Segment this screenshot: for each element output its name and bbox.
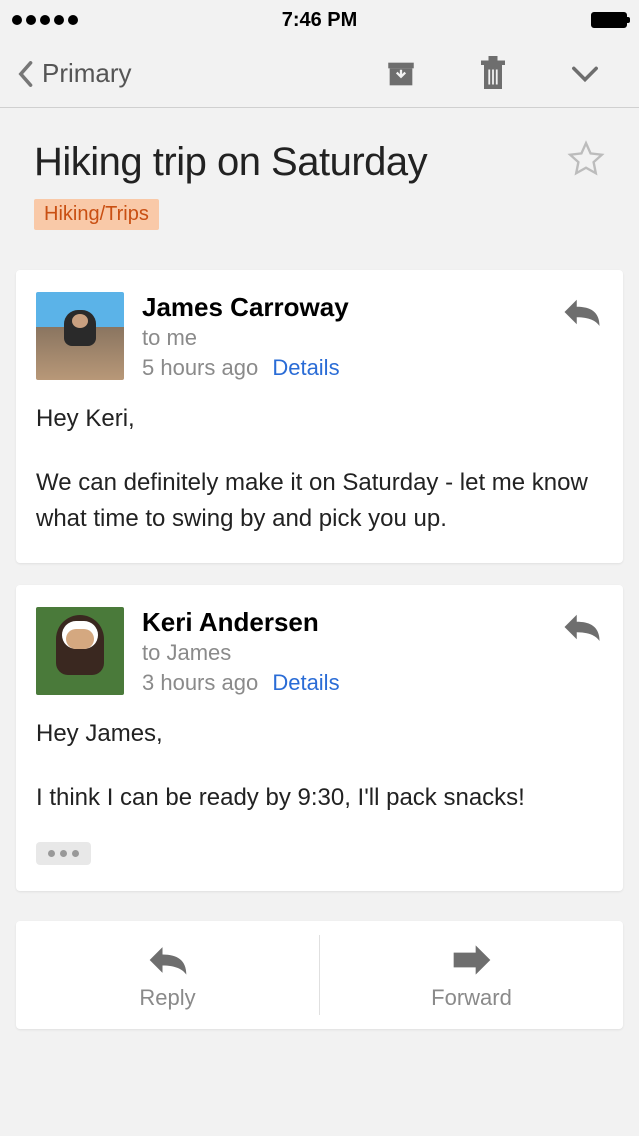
avatar[interactable] (36, 292, 124, 380)
delete-button[interactable] (475, 56, 511, 92)
star-outline-icon (567, 140, 605, 178)
reply-arrow-icon (146, 943, 190, 977)
message-body: Hey James, I think I can be ready by 9:3… (36, 716, 603, 816)
chevron-left-icon (16, 60, 34, 88)
reply-label: Reply (139, 985, 195, 1011)
forward-button[interactable]: Forward (320, 921, 623, 1029)
recipient-line: to James (142, 640, 603, 666)
message-card: James Carroway to me 5 hours ago Details… (16, 270, 623, 563)
archive-icon (384, 57, 418, 91)
chevron-down-icon (571, 65, 599, 83)
subject-block: Hiking trip on Saturday Hiking/Trips (0, 108, 639, 248)
reply-arrow-icon (561, 296, 603, 328)
sender-name: James Carroway (142, 292, 603, 323)
more-button[interactable] (567, 56, 603, 92)
action-bar: Reply Forward (16, 921, 623, 1029)
signal-dots-icon (12, 15, 78, 25)
message-time: 5 hours ago (142, 355, 258, 380)
reply-icon-button[interactable] (561, 611, 603, 648)
back-button[interactable]: Primary (16, 58, 132, 89)
details-link[interactable]: Details (272, 355, 339, 380)
recipient-line: to me (142, 325, 603, 351)
message-time: 3 hours ago (142, 670, 258, 695)
show-quoted-button[interactable] (36, 842, 91, 865)
nav-bar: Primary (0, 40, 639, 108)
status-time: 7:46 PM (282, 9, 358, 32)
back-label: Primary (42, 58, 132, 89)
archive-button[interactable] (383, 56, 419, 92)
trash-icon (478, 56, 508, 92)
reply-arrow-icon (561, 611, 603, 643)
sender-name: Keri Andersen (142, 607, 603, 638)
forward-label: Forward (431, 985, 512, 1011)
reply-icon-button[interactable] (561, 296, 603, 333)
subject-title: Hiking trip on Saturday (34, 140, 427, 185)
forward-arrow-icon (450, 943, 494, 977)
avatar[interactable] (36, 607, 124, 695)
details-link[interactable]: Details (272, 670, 339, 695)
battery-icon (591, 12, 627, 28)
status-bar: 7:46 PM (0, 0, 639, 40)
label-chip[interactable]: Hiking/Trips (34, 199, 159, 230)
message-card: Keri Andersen to James 3 hours ago Detai… (16, 585, 623, 891)
message-body: Hey Keri, We can definitely make it on S… (36, 401, 603, 537)
reply-button[interactable]: Reply (16, 921, 319, 1029)
star-button[interactable] (567, 140, 605, 183)
